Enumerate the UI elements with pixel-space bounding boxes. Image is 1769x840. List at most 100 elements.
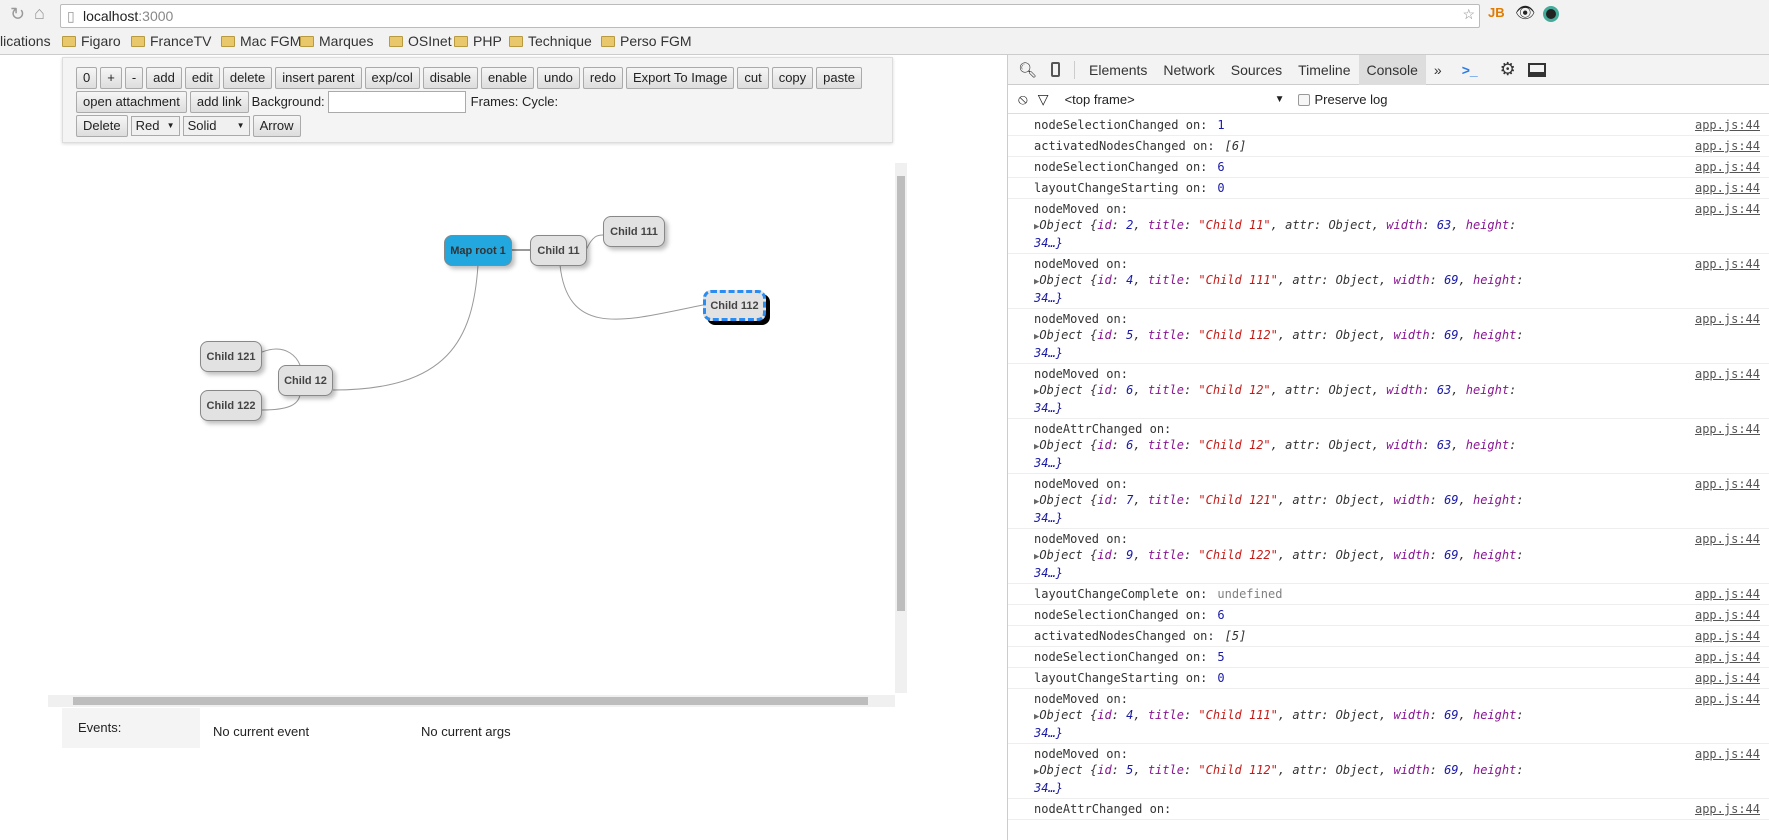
toolbar-button-disable[interactable]: disable [422, 66, 478, 89]
console-source-link[interactable]: app.js:44 [1695, 586, 1760, 602]
toolbar-button-edit[interactable]: edit [184, 66, 220, 89]
clear-console-icon[interactable]: ⦸ [1018, 91, 1028, 108]
filter-icon[interactable]: ▽ [1038, 91, 1049, 108]
horizontal-scroll-thumb[interactable] [73, 697, 868, 705]
toolbar-button--[interactable]: - [124, 66, 144, 89]
tab-elements[interactable]: Elements [1081, 55, 1155, 85]
node-root[interactable]: Map root 1 [444, 235, 512, 266]
bookmark-0[interactable]: lications [0, 33, 51, 49]
console-value: 5 [1217, 650, 1225, 664]
console-object[interactable]: ▶Object {id: 5, title: "Child 112", attr… [1034, 763, 1524, 795]
console-source-link[interactable]: app.js:44 [1695, 201, 1760, 217]
bookmark-1[interactable]: Figaro [62, 33, 121, 49]
console-source-link[interactable]: app.js:44 [1695, 180, 1760, 196]
tab-console[interactable]: Console [1358, 54, 1426, 85]
node-c111[interactable]: Child 111 [603, 216, 665, 247]
color-select[interactable]: Red ▼ [130, 115, 180, 136]
tab-timeline[interactable]: Timeline [1290, 55, 1358, 85]
style-select[interactable]: Solid ▼ [182, 115, 250, 136]
obj-text: , [1133, 708, 1148, 722]
toolbar-button-paste[interactable]: paste [816, 66, 862, 89]
delete-frame-button[interactable]: Delete [76, 114, 128, 137]
toolbar-button-add[interactable]: add [146, 66, 182, 89]
console-object[interactable]: ▶Object {id: 6, title: "Child 12", attr:… [1034, 383, 1516, 415]
console-value: 0 [1217, 671, 1225, 685]
obj-text: : [1111, 218, 1127, 232]
console-source-link[interactable]: app.js:44 [1695, 628, 1760, 644]
toolbar-button--[interactable]: + [100, 66, 122, 89]
toolbar-button-insert-parent[interactable]: insert parent [275, 66, 362, 89]
toolbar-button-redo[interactable]: redo [582, 66, 623, 89]
add-link-button[interactable]: add link [189, 90, 249, 113]
console-source-link[interactable]: app.js:44 [1695, 117, 1760, 133]
toolbar-button-copy[interactable]: copy [771, 66, 814, 89]
console-source-link[interactable]: app.js:44 [1695, 746, 1760, 762]
bookmark-7[interactable]: Technique [509, 33, 592, 49]
node-c121[interactable]: Child 121 [200, 341, 262, 372]
bookmark-6[interactable]: PHP [454, 33, 502, 49]
console-source-link[interactable]: app.js:44 [1695, 670, 1760, 686]
console-object[interactable]: ▶Object {id: 5, title: "Child 112", attr… [1034, 328, 1524, 360]
bookmark-8[interactable]: Perso FGM [601, 33, 692, 49]
toolbar-button-undo[interactable]: undo [536, 66, 580, 89]
toolbar-button-export-to-image[interactable]: Export To Image [625, 66, 735, 89]
console-source-link[interactable]: app.js:44 [1695, 649, 1760, 665]
devtools-tabbar: 🔍︎ Elements Network Sources Timeline Console… [1008, 54, 1769, 85]
console-source-link[interactable]: app.js:44 [1695, 607, 1760, 623]
console-object[interactable]: ▶Object {id: 4, title: "Child 111", attr… [1034, 708, 1524, 740]
mindmap-canvas[interactable]: Map root 1 Child 11 Child 111 Child 112 Chil… [48, 160, 906, 708]
address-bar[interactable]: ▯ localhost:3000 ☆ [60, 4, 1480, 28]
reload-icon[interactable]: ↻ [10, 4, 25, 25]
console-source-link[interactable]: app.js:44 [1695, 421, 1760, 437]
bookmark-5[interactable]: OSInet [389, 33, 452, 49]
extension-icon[interactable] [1543, 6, 1559, 22]
console-source-link[interactable]: app.js:44 [1695, 691, 1760, 707]
bookmark-4[interactable]: Marques [300, 33, 373, 49]
console-object[interactable]: ▶Object {id: 4, title: "Child 111", attr… [1034, 273, 1524, 305]
bookmark-star-icon[interactable]: ☆ [1462, 6, 1475, 23]
more-tabs-button[interactable]: » [1426, 55, 1450, 85]
vertical-scroll-thumb[interactable] [897, 176, 905, 611]
node-c122[interactable]: Child 122 [200, 390, 262, 421]
bookmark-2[interactable]: FranceTV [131, 33, 211, 49]
frame-select[interactable]: <top frame> [1065, 92, 1275, 107]
console-source-link[interactable]: app.js:44 [1695, 476, 1760, 492]
toolbar-button-exp-col[interactable]: exp/col [364, 66, 420, 89]
device-mode-icon[interactable] [1051, 62, 1061, 77]
dock-icon[interactable] [1527, 62, 1546, 77]
console-source-link[interactable]: app.js:44 [1695, 311, 1760, 327]
settings-gear-icon[interactable]: ⚙ [1500, 59, 1516, 80]
node-c11[interactable]: Child 11 [530, 235, 587, 266]
inspect-search-icon[interactable]: 🔍︎ [1018, 61, 1037, 79]
node-c12[interactable]: Child 12 [278, 365, 333, 396]
console-source-link[interactable]: app.js:44 [1695, 159, 1760, 175]
console-source-link[interactable]: app.js:44 [1695, 366, 1760, 382]
jetbrains-extension-icon[interactable]: JB [1488, 5, 1505, 20]
bookmark-3[interactable]: Mac FGM [221, 33, 301, 49]
obj-text: , [1133, 548, 1148, 562]
console-drawer-icon[interactable]: >_ [1462, 62, 1478, 78]
console-source-link[interactable]: app.js:44 [1695, 138, 1760, 154]
node-c112[interactable]: Child 112 [703, 290, 766, 321]
home-icon[interactable]: ⌂ [34, 3, 45, 24]
eye-extension-icon[interactable]: 👁 [1515, 3, 1535, 23]
console-source-link[interactable]: app.js:44 [1695, 531, 1760, 547]
console-source-link[interactable]: app.js:44 [1695, 801, 1760, 817]
toolbar-button-enable[interactable]: enable [480, 66, 534, 89]
console-object[interactable]: ▶Object {id: 9, title: "Child 122", attr… [1034, 548, 1524, 580]
console-source-link[interactable]: app.js:44 [1695, 256, 1760, 272]
tab-sources[interactable]: Sources [1223, 55, 1290, 85]
frame-dropdown-icon[interactable]: ▼ [1275, 94, 1285, 105]
open-attachment-button[interactable]: open attachment [76, 90, 187, 113]
console-object[interactable]: ▶Object {id: 7, title: "Child 121", attr… [1034, 493, 1524, 525]
arrow-button[interactable]: Arrow [252, 114, 301, 137]
toolbar-button-cut[interactable]: cut [737, 66, 769, 89]
toolbar-button-delete[interactable]: delete [222, 66, 273, 89]
console-object[interactable]: ▶Object {id: 6, title: "Child 12", attr:… [1034, 438, 1516, 470]
tab-network[interactable]: Network [1155, 55, 1222, 85]
preserve-log-checkbox[interactable] [1298, 93, 1311, 106]
folder-icon [62, 35, 76, 47]
toolbar-button-0[interactable]: 0 [76, 66, 98, 89]
background-input[interactable] [327, 90, 466, 113]
console-object[interactable]: ▶Object {id: 2, title: "Child 11", attr:… [1034, 218, 1516, 250]
